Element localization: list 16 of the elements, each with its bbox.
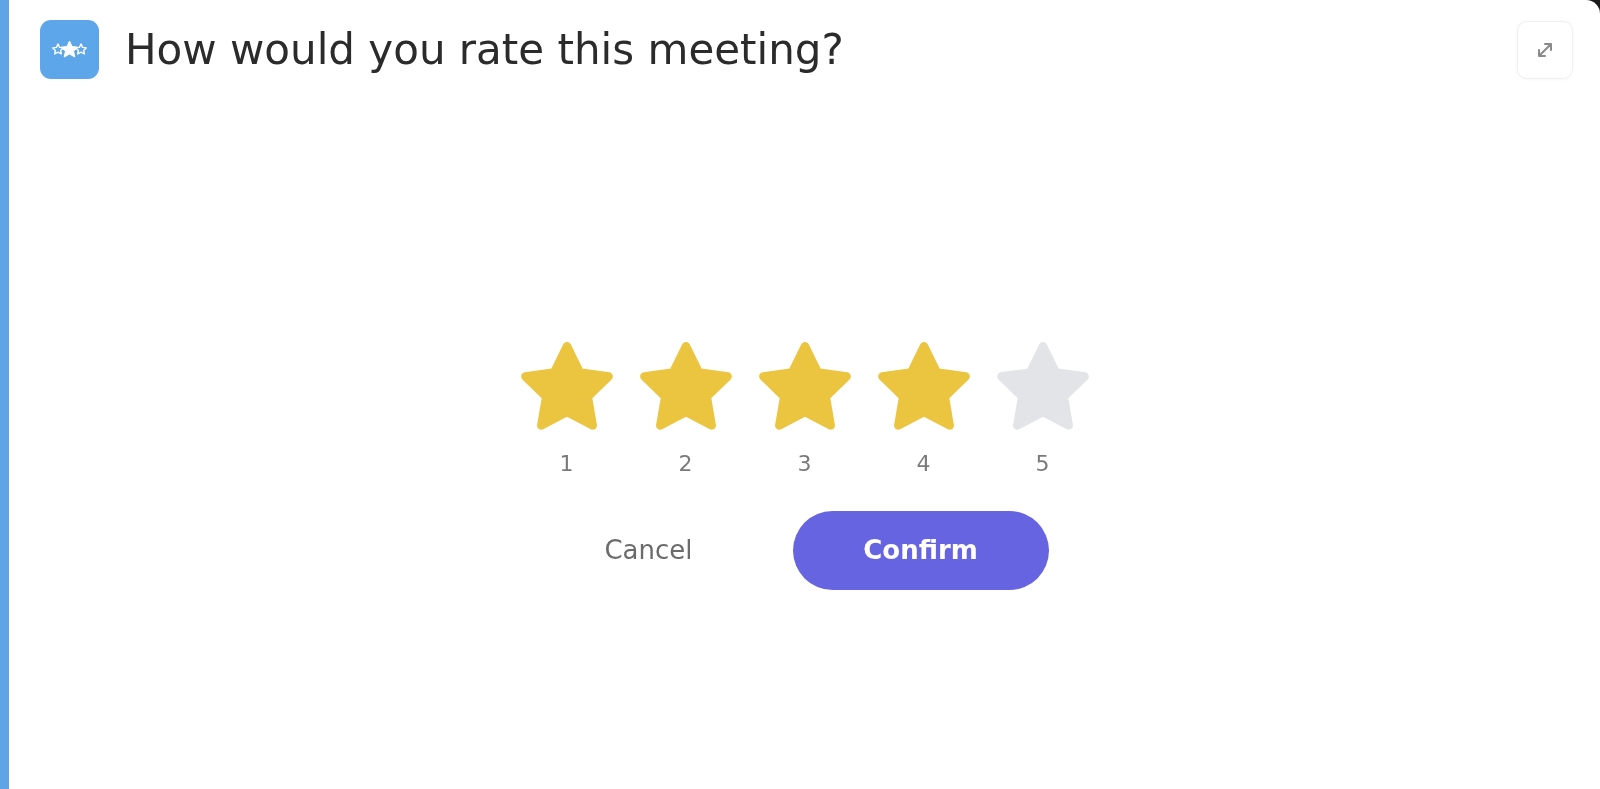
empty-star-icon[interactable] (996, 342, 1089, 430)
dialog-title: How would you rate this meeting? (125, 23, 844, 76)
star-rating[interactable] (520, 342, 1089, 430)
filled-star-icon[interactable] (758, 342, 851, 430)
confirm-button[interactable]: Confirm (792, 511, 1049, 590)
star-number-label: 3 (797, 450, 812, 478)
star-number-label: 1 (559, 450, 574, 478)
star-number-label: 4 (916, 450, 931, 478)
stars-logo-icon (40, 20, 99, 79)
star-number-label: 5 (1035, 450, 1050, 478)
expand-button[interactable] (1517, 20, 1573, 79)
star-number-label: 2 (678, 450, 693, 478)
filled-star-icon[interactable] (520, 342, 613, 430)
filled-star-icon[interactable] (877, 342, 970, 430)
filled-star-icon[interactable] (639, 342, 732, 430)
cancel-button[interactable]: Cancel (580, 511, 717, 590)
